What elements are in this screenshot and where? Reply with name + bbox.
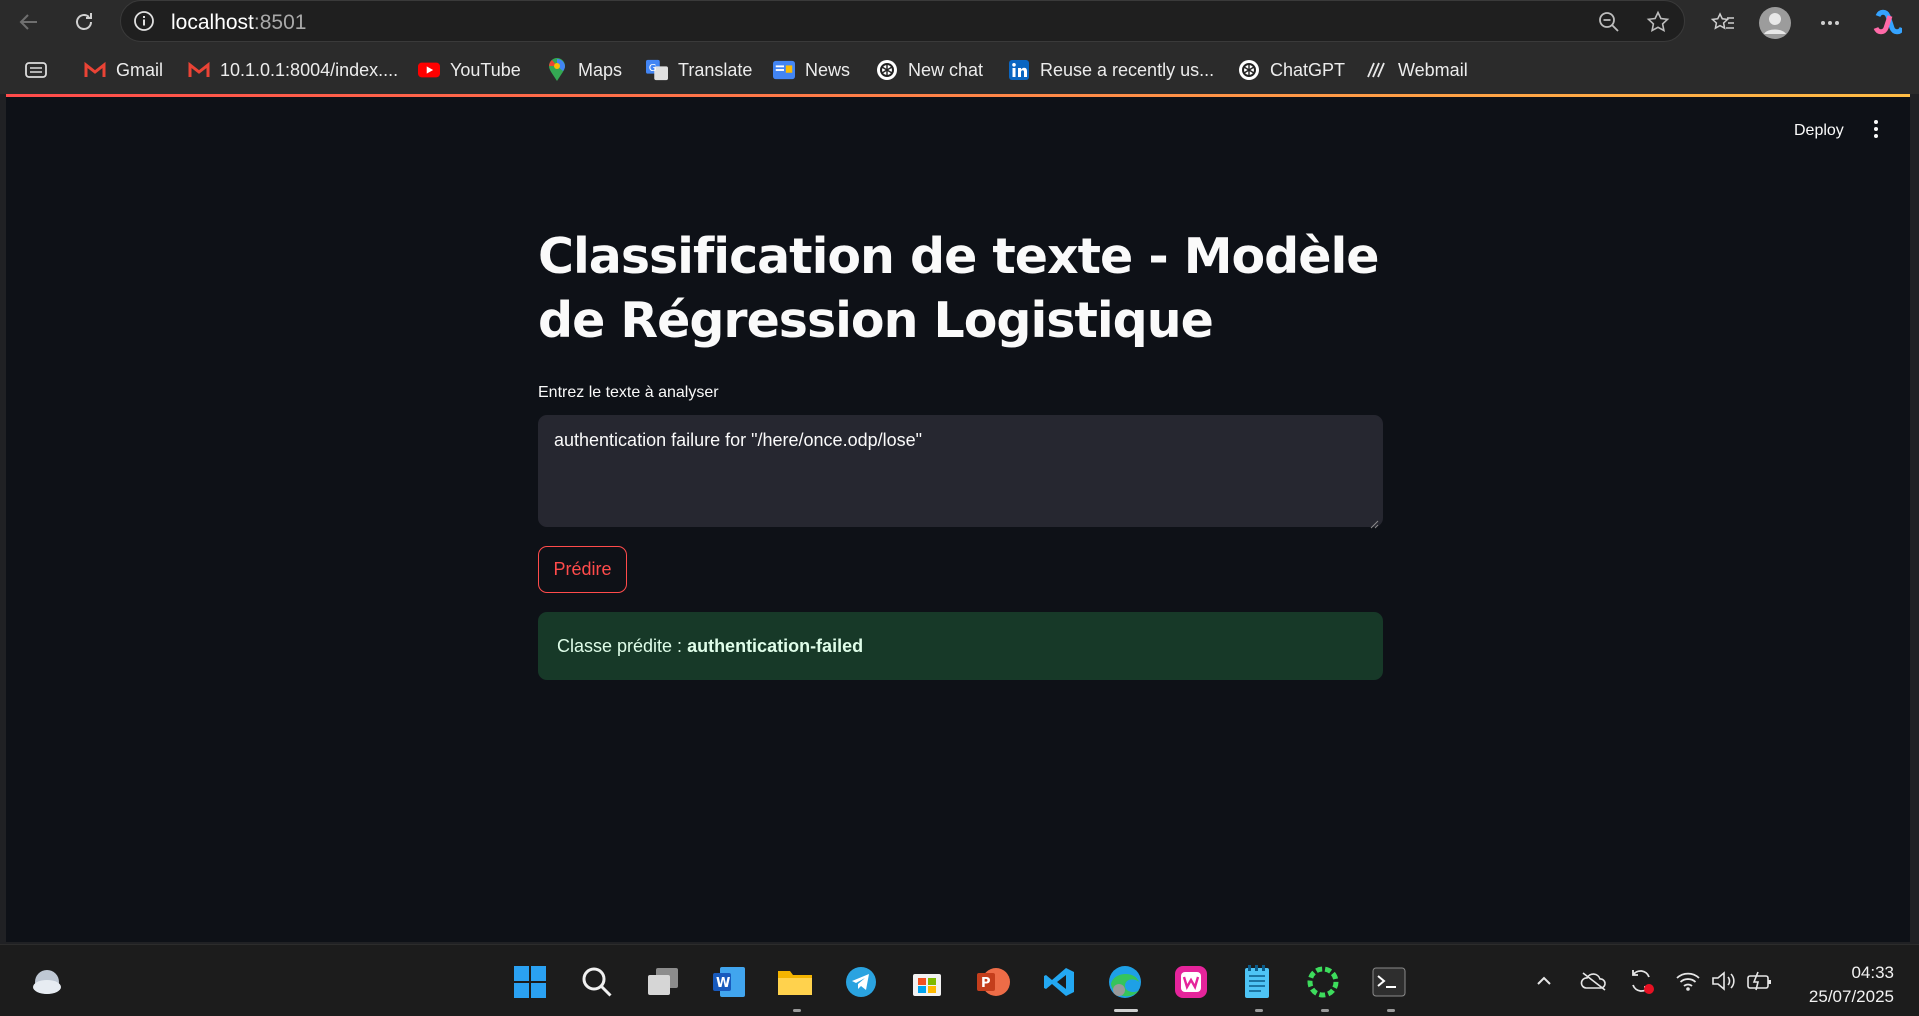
notepad-icon[interactable] [1238,963,1276,1001]
running-indicator [1255,1009,1263,1012]
bookmark-maps[interactable]: Maps [546,57,622,83]
bookmark-local-index[interactable]: 10.1.0.1:8004/index.... [188,57,398,83]
svg-text:G: G [649,63,657,74]
wifi-icon[interactable] [1674,967,1702,995]
bookmark-linkedin[interactable]: Reuse a recently us... [1008,57,1214,83]
linkedin-icon [1008,59,1030,81]
profile-avatar-icon[interactable] [1758,6,1792,40]
terminal-icon[interactable] [1370,963,1408,1001]
loading-circle-app-icon[interactable] [1304,963,1342,1001]
bookmark-translate[interactable]: G Translate [646,57,752,83]
site-info-icon[interactable] [133,10,155,32]
bookmark-label: 10.1.0.1:8004/index.... [220,59,399,80]
bookmark-label: Reuse a recently us... [1040,59,1215,80]
active-indicator [1114,1009,1138,1012]
bookmark-gmail[interactable]: Gmail [84,57,163,83]
favorites-icon[interactable] [1706,6,1740,40]
webmail-icon [1366,59,1388,81]
reload-icon[interactable] [68,6,100,38]
onedrive-offline-icon[interactable] [1580,967,1608,995]
bookmark-label: Webmail [1398,59,1468,80]
running-indicator [1321,1009,1329,1012]
clock-time: 04:33 [1851,963,1894,982]
gmail-icon [188,59,210,81]
collections-icon[interactable] [24,57,48,83]
text-input-value: authentication failure for "/here/once.o… [554,430,923,450]
bookmark-label: Maps [578,59,623,80]
task-view-icon[interactable] [644,963,682,1001]
copilot-icon[interactable] [1870,6,1904,40]
word-icon[interactable]: W [710,963,748,1001]
vscode-icon[interactable] [1040,963,1078,1001]
taskbar: W P 04:33 25/07/2025 [0,944,1919,1016]
wampserver-icon[interactable] [1172,963,1210,1001]
prediction-result-alert: Classe prédite : authentication-failed [538,612,1383,680]
text-input-area[interactable]: authentication failure for "/here/once.o… [538,415,1383,529]
page-title: Classification de texte - Modèle de Régr… [538,228,1380,349]
address-bar[interactable]: localhost:8501 [120,0,1685,42]
streamlit-app: Deploy Classification de texte - Modèle … [6,97,1910,942]
maps-icon [546,58,568,81]
show-hidden-icons-chevron-icon[interactable] [1530,967,1558,995]
news-icon [773,59,795,81]
svg-text:P: P [981,976,991,991]
bookmark-chatgpt[interactable]: ChatGPT [1238,57,1345,83]
volume-icon[interactable] [1710,967,1738,995]
bookmark-news[interactable]: News [773,57,850,83]
sync-status-icon[interactable] [1627,967,1655,995]
bookmark-label: ChatGPT [1270,59,1346,80]
zoom-icon[interactable] [1596,9,1622,35]
file-explorer-icon[interactable] [776,963,814,1001]
powerpoint-icon[interactable]: P [974,963,1012,1001]
predict-button[interactable]: Prédire [538,546,627,593]
start-windows-icon[interactable] [511,963,549,1001]
openai-icon [1238,59,1260,81]
bookmark-label: News [805,59,851,80]
url-text[interactable]: localhost:8501 [171,11,306,35]
edge-browser-icon[interactable] [1106,963,1144,1001]
gmail-icon [84,59,106,81]
bookmark-new-chat[interactable]: New chat [876,57,983,83]
system-clock[interactable]: 04:33 25/07/2025 [1796,961,1894,1009]
main-menu-icon[interactable] [1864,117,1888,141]
bookmark-label: Translate [678,59,753,80]
running-indicator [1387,1009,1395,1012]
deploy-button[interactable]: Deploy [1794,122,1844,140]
more-options-icon[interactable] [1813,6,1847,40]
bookmark-label: YouTube [450,59,521,80]
result-prefix: Classe prédite : [557,635,683,656]
bookmarks-bar: Gmail 10.1.0.1:8004/index.... YouTube Ma… [0,44,1919,94]
favorite-star-icon[interactable] [1645,9,1671,35]
main-content: Classification de texte - Modèle de Régr… [538,225,1388,353]
microsoft-store-icon[interactable] [908,963,946,1001]
translate-icon: G [646,59,668,81]
browser-toolbar: localhost:8501 [0,0,1919,44]
battery-charging-icon[interactable] [1746,967,1774,995]
url-port: :8501 [253,11,307,34]
resize-handle-icon[interactable] [1369,513,1379,529]
openai-icon [876,59,898,81]
youtube-icon [418,59,440,81]
search-icon[interactable] [578,963,616,1001]
clock-date: 25/07/2025 [1808,987,1894,1006]
running-indicator [793,1009,801,1012]
text-input-label: Entrez le texte à analyser [538,384,719,401]
result-value: authentication-failed [687,635,864,656]
bookmark-label: New chat [908,59,984,80]
telegram-icon[interactable] [842,963,880,1001]
url-host: localhost [171,11,254,34]
back-icon[interactable] [13,6,45,38]
bookmark-label: Gmail [116,59,164,80]
bookmark-webmail[interactable]: Webmail [1366,57,1468,83]
bookmark-youtube[interactable]: YouTube [418,57,521,83]
svg-text:W: W [716,976,730,991]
weather-icon[interactable] [28,963,66,1001]
